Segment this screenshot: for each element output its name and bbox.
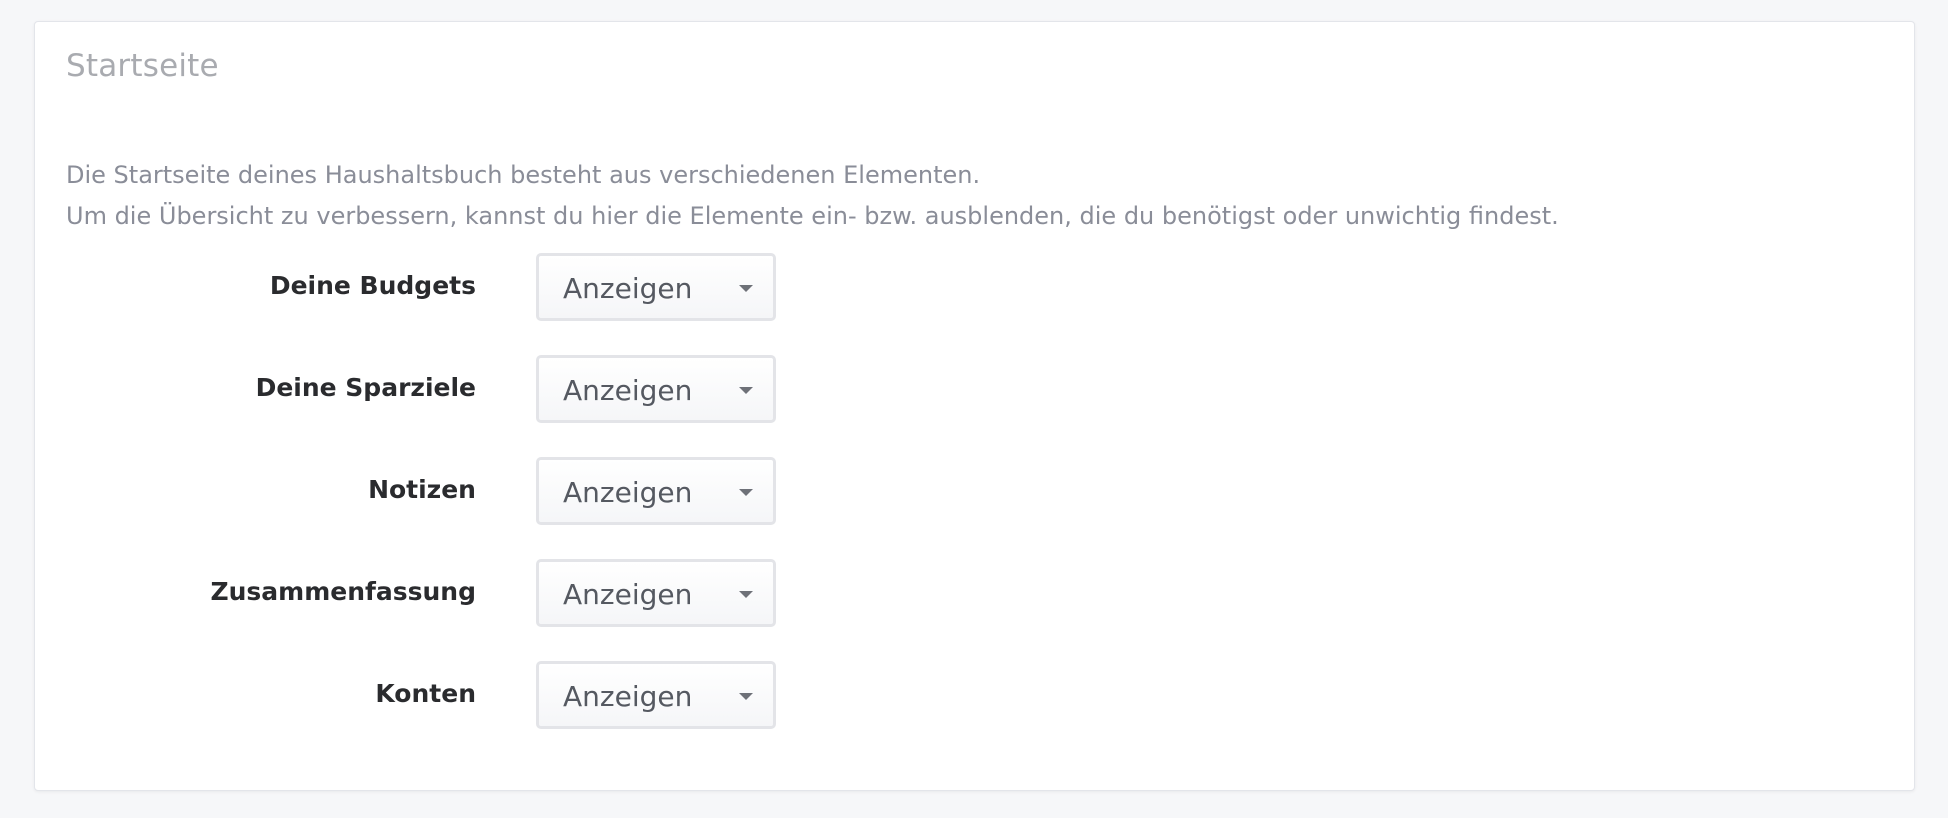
sparziele-visibility-select[interactable]: Anzeigen [536,355,776,423]
description-line-1: Die Startseite deines Haushaltsbuch best… [66,161,981,189]
setting-row-budgets: Deine Budgets Anzeigen [35,253,1914,355]
select-value: Anzeigen [563,476,693,509]
konten-visibility-select[interactable]: Anzeigen [536,661,776,729]
settings-list: Deine Budgets Anzeigen Deine Sparziele A… [35,253,1914,763]
select-value: Anzeigen [563,272,693,305]
chevron-down-icon [739,489,753,496]
zusammenfassung-visibility-select[interactable]: Anzeigen [536,559,776,627]
chevron-down-icon [739,591,753,598]
setting-label-notizen: Notizen [368,475,476,504]
setting-row-konten: Konten Anzeigen [35,661,1914,763]
select-value: Anzeigen [563,578,693,611]
notizen-visibility-select[interactable]: Anzeigen [536,457,776,525]
setting-row-sparziele: Deine Sparziele Anzeigen [35,355,1914,457]
select-value: Anzeigen [563,374,693,407]
panel-title: Startseite [66,48,219,84]
setting-row-notizen: Notizen Anzeigen [35,457,1914,559]
description-line-2: Um die Übersicht zu verbessern, kannst d… [66,202,1559,230]
panel-description: Die Startseite deines Haushaltsbuch best… [66,155,1886,237]
setting-label-sparziele: Deine Sparziele [255,373,476,402]
budgets-visibility-select[interactable]: Anzeigen [536,253,776,321]
chevron-down-icon [739,285,753,292]
settings-panel: Startseite Die Startseite deines Haushal… [34,21,1915,791]
setting-row-zusammenfassung: Zusammenfassung Anzeigen [35,559,1914,661]
select-value: Anzeigen [563,680,693,713]
setting-label-budgets: Deine Budgets [269,271,476,300]
setting-label-zusammenfassung: Zusammenfassung [210,577,476,606]
chevron-down-icon [739,693,753,700]
chevron-down-icon [739,387,753,394]
setting-label-konten: Konten [375,679,476,708]
